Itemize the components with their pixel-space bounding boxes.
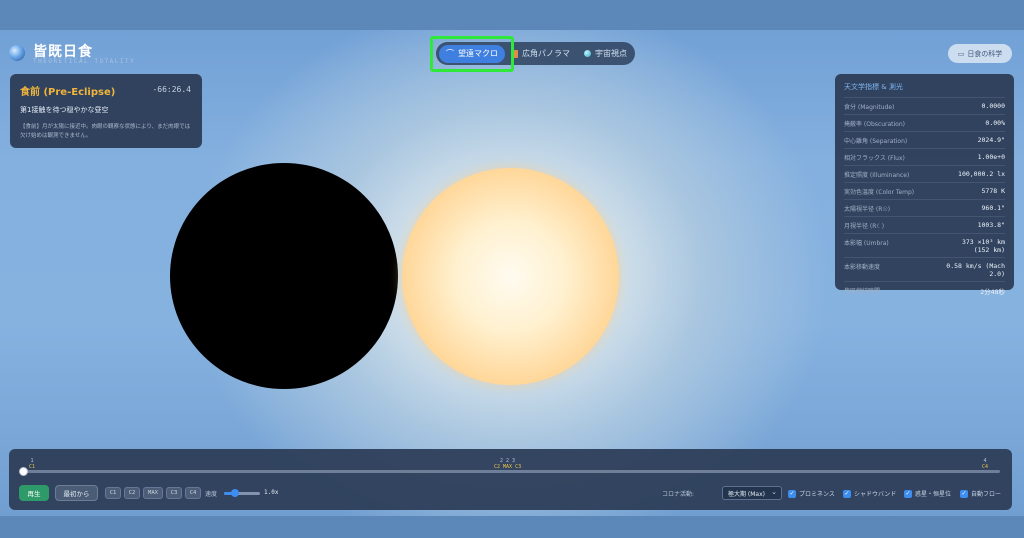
metric-value: 1003.8" xyxy=(977,221,1005,229)
book-icon: ▭ xyxy=(957,49,965,58)
astronomy-metrics-panel: 天文学指標 & 測光 食分 (Magnitude) 0.0000 掩蔽率 (Obsc… xyxy=(835,74,1014,296)
speed-value: 1.0x xyxy=(264,489,279,496)
metric-value: 100,000.2 lx xyxy=(958,170,1005,178)
metric-label: 推定照度 (Illuminance) xyxy=(844,172,910,179)
metric-row: 相対フラックス (Flux) 1.00e+0 xyxy=(844,148,1005,165)
eclipse-science-button[interactable]: ▭ 日食の科学 xyxy=(948,44,1012,63)
jump-c4-button[interactable]: C4 xyxy=(185,487,201,499)
checkbox-label: プロミネンス xyxy=(799,491,835,498)
checkbox-checked-icon: ✓ xyxy=(788,489,796,498)
metric-value: 960.1" xyxy=(981,204,1005,212)
checkbox-label: 自動フロー xyxy=(971,491,1002,498)
corona-activity-select[interactable]: 極大期 (Max) ⌄ xyxy=(722,486,782,500)
metric-value: 5778 K xyxy=(981,187,1005,195)
metric-label: 相対フラックス (Flux) xyxy=(844,155,905,162)
metric-row: 月視半径 (R☾) 1003.8" xyxy=(844,216,1005,233)
metric-row: 実効色温度 (Color Temp) 5778 K xyxy=(844,182,1005,199)
metric-row: 掩蔽率 (Obscuration) 0.00% xyxy=(844,114,1005,131)
restart-button[interactable]: 最初から xyxy=(55,485,98,501)
speed-label: 速度 xyxy=(205,491,218,498)
phase-description: 【食前】月が太陽に接近中。肉眼の観察な状態により、まだ肉眼では欠け始めは観測でき… xyxy=(20,124,191,139)
app-subtitle: THEORETICAL TOTALITY xyxy=(33,58,136,65)
metric-value: 2024.9" xyxy=(977,136,1005,144)
selection-highlight xyxy=(430,36,514,72)
sun-disk xyxy=(402,168,619,385)
mode-wide-panorama-button[interactable]: 広角パノラマ xyxy=(505,45,577,63)
checkbox-label: シャドウバンド xyxy=(854,491,897,498)
speed-slider[interactable] xyxy=(224,492,260,495)
corona-selected-value: 極大期 (Max) xyxy=(728,490,765,498)
metric-row: 皆既継続時間 2分48秒 xyxy=(844,281,1005,299)
metric-label: 皆既継続時間 xyxy=(844,288,881,295)
metric-label: 食分 (Magnitude) xyxy=(844,104,895,111)
phase-info-card: 食前 (Pre-Eclipse) -66:26.4 第1接触を待つ穏やかな昼空 … xyxy=(10,74,202,148)
bottom-border xyxy=(0,516,1024,538)
metric-label: 本影移動速度 xyxy=(844,264,881,271)
metrics-title: 天文学指標 & 測光 xyxy=(844,83,903,91)
metric-value: 0.58 km/s (Mach 2.0) xyxy=(946,262,1005,278)
logo-orb-icon xyxy=(9,45,25,61)
metric-label: 中心離角 (Separation) xyxy=(844,138,908,145)
metric-label: 月視半径 (R☾) xyxy=(844,223,885,230)
metric-label: 掩蔽率 (Obscuration) xyxy=(844,121,905,128)
timeline-marker-c1[interactable]: 1 C1 xyxy=(29,458,35,470)
metric-row: 推定照度 (Illuminance) 100,000.2 lx xyxy=(844,165,1005,182)
prominence-checkbox[interactable]: ✓ プロミネンス xyxy=(788,489,835,498)
metric-row: 本影移動速度 0.58 km/s (Mach 2.0) xyxy=(844,257,1005,281)
top-border xyxy=(0,0,1024,30)
cosmic-view-icon xyxy=(584,50,591,57)
checkbox-checked-icon: ✓ xyxy=(843,489,851,498)
chevron-down-icon: ⌄ xyxy=(771,488,777,496)
corona-activity-label: コロナ活動: xyxy=(662,491,695,498)
jump-c1-button[interactable]: C1 xyxy=(105,487,121,499)
checkbox-label: 惑星・恒星位 xyxy=(915,491,952,498)
speed-slider-handle[interactable] xyxy=(230,489,239,497)
timeline-track[interactable] xyxy=(22,470,1000,473)
jump-c3-button[interactable]: C3 xyxy=(166,487,182,499)
metric-row: 中心離角 (Separation) 2024.9" xyxy=(844,131,1005,148)
moon-disk xyxy=(170,163,398,389)
timeline-marker-c4[interactable]: 4 C4 xyxy=(982,458,988,470)
phase-countdown: -66:26.4 xyxy=(152,85,191,94)
jump-c2-button[interactable]: C2 xyxy=(124,487,140,499)
metric-value: 373 ×10³ km (152 km) xyxy=(961,238,1005,254)
metric-value: 2分48秒 xyxy=(980,288,1005,296)
metric-label: 太陽視半径 (R☉) xyxy=(844,206,891,213)
phase-subtitle: 第1接触を待つ穏やかな昼空 xyxy=(20,106,109,114)
mode-label: 広角パノラマ xyxy=(522,49,570,58)
play-button[interactable]: 再生 xyxy=(19,485,49,501)
checkbox-checked-icon: ✓ xyxy=(904,489,912,498)
shadow-bands-checkbox[interactable]: ✓ シャドウバンド xyxy=(843,489,896,498)
metric-row: 太陽視半径 (R☉) 960.1" xyxy=(844,199,1005,216)
checkbox-checked-icon: ✓ xyxy=(960,489,968,498)
mode-label: 宇宙視点 xyxy=(595,49,627,58)
metric-label: 本影幅 (Umbra) xyxy=(844,240,889,247)
timeline-marker-max[interactable]: 2 2 3 C2 MAX C3 xyxy=(494,458,521,470)
planets-stars-checkbox[interactable]: ✓ 惑星・恒星位 xyxy=(904,489,951,498)
metric-value: 0.0000 xyxy=(981,102,1005,110)
metric-value: 0.00% xyxy=(985,119,1005,127)
metric-row: 本影幅 (Umbra) 373 ×10³ km (152 km) xyxy=(844,233,1005,257)
metric-value: 1.00e+0 xyxy=(977,153,1005,161)
metric-row: 食分 (Magnitude) 0.0000 xyxy=(844,97,1005,114)
science-button-label: 日食の科学 xyxy=(967,49,1003,58)
metric-label: 実効色温度 (Color Temp) xyxy=(844,189,915,196)
mode-cosmic-view-button[interactable]: 宇宙視点 xyxy=(577,45,634,63)
auto-flow-checkbox[interactable]: ✓ 自動フロー xyxy=(960,489,1001,498)
timeline-scrubber[interactable] xyxy=(19,467,28,476)
jump-max-button[interactable]: MAX xyxy=(143,487,163,499)
